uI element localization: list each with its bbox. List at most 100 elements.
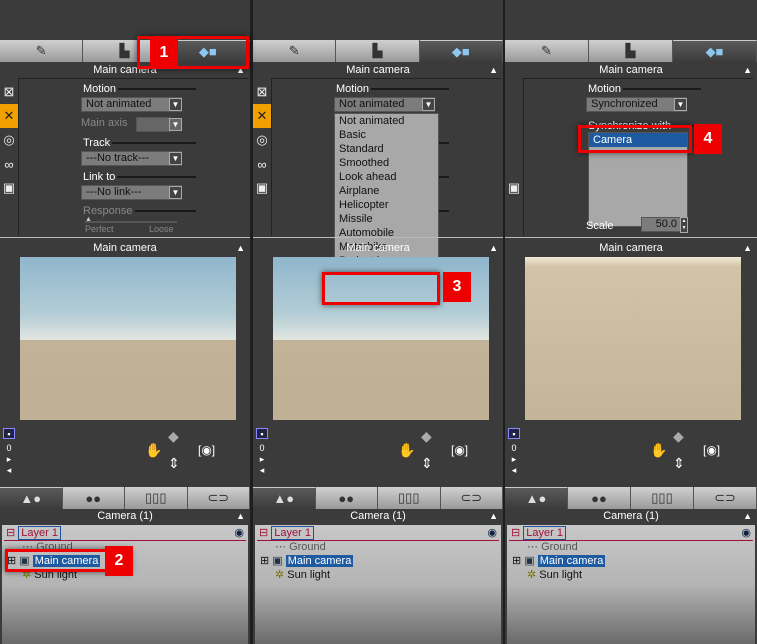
look-eye-icon[interactable]: [◉]: [451, 443, 468, 457]
visibility-eye-icon[interactable]: ◉: [741, 526, 751, 540]
layer-row[interactable]: ⊟ Layer 1: [6, 526, 61, 540]
motion-option[interactable]: Smoothed: [335, 156, 438, 170]
motion-dropdown[interactable]: Not animated: [334, 97, 435, 112]
dolly-arrows-icon[interactable]: ⇕: [168, 455, 180, 472]
collapse-icon[interactable]: ▲: [489, 240, 498, 256]
save-icon[interactable]: ▪: [508, 428, 520, 439]
shapes-icon: ▲●: [273, 491, 295, 506]
collapse-icon[interactable]: ▲: [743, 62, 752, 78]
chevron-down-icon[interactable]: ▼: [422, 98, 435, 111]
pan-hand-icon[interactable]: ✋: [650, 442, 667, 459]
motion-option[interactable]: Helicopter: [335, 198, 438, 212]
tree-item-main-camera[interactable]: ⊞ ▣ Main camera: [512, 554, 606, 568]
property-categories: ⊠ ✕ ◎ ∞ ▣: [505, 80, 523, 200]
properties-title: Main camera: [346, 64, 410, 76]
motion-dropdown[interactable]: Not animated: [81, 97, 182, 112]
chevron-down-icon[interactable]: ▼: [169, 98, 182, 111]
orbit-cube-icon[interactable]: ◆: [673, 428, 684, 445]
clapper-icon[interactable]: ⊠: [253, 80, 271, 104]
collapse-icon[interactable]: ▲: [489, 62, 498, 78]
tab-layers[interactable]: ▯▯▯: [125, 487, 188, 509]
scale-input[interactable]: 50.0: [641, 217, 681, 232]
dolly-arrows-icon[interactable]: ⇕: [421, 455, 433, 472]
motion-option[interactable]: Not animated: [335, 114, 438, 128]
chevron-down-icon[interactable]: ▼: [169, 186, 182, 199]
look-eye-icon[interactable]: [◉]: [703, 443, 720, 457]
tab-objects-library[interactable]: ▲●: [505, 487, 568, 509]
motion-option[interactable]: Basic: [335, 128, 438, 142]
visibility-eye-icon[interactable]: ◉: [234, 526, 244, 540]
collapse-icon[interactable]: ▲: [743, 240, 752, 256]
tab-materials[interactable]: ●●: [568, 487, 631, 509]
collapse-icon[interactable]: ▲: [236, 508, 245, 524]
tab-links[interactable]: ⊂⊃: [187, 487, 250, 509]
tab-objects-library[interactable]: ▲●: [253, 487, 316, 509]
camera-clapper-icon[interactable]: ▣: [505, 176, 523, 200]
dolly-arrows-icon[interactable]: ⇕: [673, 455, 685, 472]
camera-clapper-icon[interactable]: ▣: [0, 176, 18, 200]
tab-materials[interactable]: ●●: [62, 487, 125, 509]
tab-measure[interactable]: ▙: [336, 40, 420, 62]
scale-spinner[interactable]: ▲ ▼: [680, 217, 688, 233]
layer-row[interactable]: ⊟ Layer 1: [259, 526, 314, 540]
tab-layers[interactable]: ▯▯▯: [631, 487, 694, 509]
prev-frame-icon[interactable]: ◂: [508, 465, 520, 476]
collapse-icon[interactable]: ▲: [743, 508, 752, 524]
tab-links[interactable]: ⊂⊃: [694, 487, 757, 509]
motion-dropdown[interactable]: Synchronized: [586, 97, 687, 112]
camera-clapper-icon[interactable]: ▣: [253, 176, 271, 200]
tab-objects-library[interactable]: ▲●: [0, 487, 63, 509]
tree-item-sun-light[interactable]: ✲ Sun light: [527, 568, 582, 582]
tree-item-ground[interactable]: ⋯ Ground: [527, 540, 578, 554]
camera-viewport[interactable]: [525, 257, 741, 420]
motion-option[interactable]: Standard: [335, 142, 438, 156]
motion-option[interactable]: Look ahead: [335, 170, 438, 184]
look-eye-icon[interactable]: [◉]: [198, 443, 215, 457]
director-chair-icon[interactable]: ✕: [253, 104, 271, 128]
tab-objects[interactable]: ◆■: [673, 40, 757, 62]
link-dropdown[interactable]: ---No link---: [81, 185, 182, 200]
save-icon[interactable]: ▪: [256, 428, 268, 439]
orbit-cube-icon[interactable]: ◆: [168, 428, 179, 445]
panel-2: ✎ ▙ ◆■ Main camera ▲ ⊠ ✕ ◎ ∞ ▣ Motion Not …: [253, 0, 503, 644]
layer-row[interactable]: ⊟ Layer 1: [511, 526, 566, 540]
tab-layers[interactable]: ▯▯▯: [378, 487, 441, 509]
collapse-icon[interactable]: ▲: [236, 240, 245, 256]
chevron-down-icon[interactable]: ▼: [674, 98, 687, 111]
target-icon[interactable]: ◎: [253, 128, 271, 152]
save-icon[interactable]: ▪: [3, 428, 15, 439]
viewport-header: Main camera ▲: [253, 240, 503, 256]
link-icon[interactable]: ∞: [0, 152, 18, 176]
motion-option[interactable]: Airplane: [335, 184, 438, 198]
pan-hand-icon[interactable]: ✋: [398, 442, 415, 459]
clapper-icon[interactable]: ⊠: [0, 80, 18, 104]
orbit-cube-icon[interactable]: ◆: [421, 428, 432, 445]
camera-viewport[interactable]: [20, 257, 236, 420]
chevron-down-icon[interactable]: ▼: [169, 152, 182, 165]
expand-icon[interactable]: ⊞: [512, 555, 521, 567]
tree-item-sun-light[interactable]: ✲ Sun light: [275, 568, 330, 582]
tab-paint[interactable]: ✎: [0, 40, 84, 62]
tab-links[interactable]: ⊂⊃: [440, 487, 503, 509]
next-frame-icon[interactable]: ▸: [3, 454, 15, 465]
visibility-eye-icon[interactable]: ◉: [487, 526, 497, 540]
tab-measure[interactable]: ▙: [589, 40, 673, 62]
tree-item-main-camera[interactable]: ⊞ ▣ Main camera: [260, 554, 354, 568]
next-frame-icon[interactable]: ▸: [256, 454, 268, 465]
expand-icon[interactable]: ⊞: [260, 555, 269, 567]
track-dropdown[interactable]: ---No track---: [81, 151, 182, 166]
prev-frame-icon[interactable]: ◂: [256, 465, 268, 476]
pan-hand-icon[interactable]: ✋: [145, 442, 162, 459]
tab-paint[interactable]: ✎: [253, 40, 337, 62]
tab-objects[interactable]: ◆■: [419, 40, 503, 62]
tab-materials[interactable]: ●●: [315, 487, 378, 509]
prev-frame-icon[interactable]: ◂: [3, 465, 15, 476]
tab-paint[interactable]: ✎: [505, 40, 589, 62]
collapse-icon[interactable]: ▲: [489, 508, 498, 524]
motion-option[interactable]: Missile: [335, 212, 438, 226]
next-frame-icon[interactable]: ▸: [508, 454, 520, 465]
target-icon[interactable]: ◎: [0, 128, 18, 152]
link-icon[interactable]: ∞: [253, 152, 271, 176]
director-chair-icon[interactable]: ✕: [0, 104, 18, 128]
tree-item-ground[interactable]: ⋯ Ground: [275, 540, 326, 554]
